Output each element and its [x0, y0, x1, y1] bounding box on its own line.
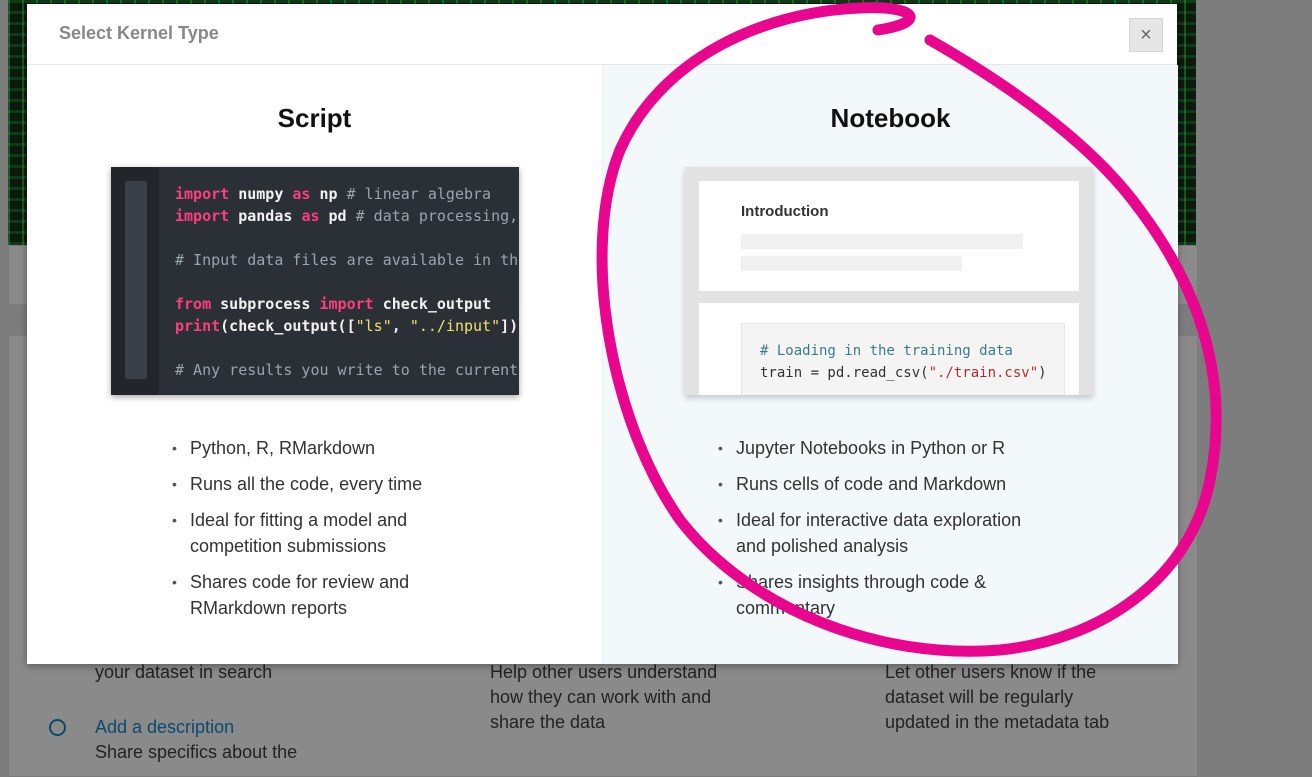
script-feature-list: Python, R, RMarkdown Runs all the code, … [172, 435, 472, 631]
list-item: Jupyter Notebooks in Python or R [718, 435, 1048, 461]
code-line: # Any results you write to the current d… [175, 361, 519, 379]
placeholder-line [741, 234, 1023, 249]
list-item: Python, R, RMarkdown [172, 435, 472, 461]
script-code-preview: import numpy as np # linear algebra impor… [111, 167, 519, 395]
placeholder-line [741, 256, 962, 271]
bg-col1-text: Share specifics about the [95, 742, 298, 762]
list-item: Shares insights through code & commentar… [718, 569, 1048, 621]
notebook-preview: Introduction # Loading in the training d… [685, 167, 1093, 395]
code-line: import pandas as pd # data processing, C… [175, 207, 519, 225]
code-line: print(check_output(["ls", "../input"]).d… [175, 317, 519, 335]
code-lines: import numpy as np # linear algebra impor… [175, 183, 519, 381]
notebook-feature-list: Jupyter Notebooks in Python or R Runs ce… [718, 435, 1048, 631]
list-item: Shares code for review and RMarkdown rep… [172, 569, 472, 621]
code-gutter [111, 167, 159, 395]
list-item: Ideal for fitting a model and competitio… [172, 507, 472, 559]
list-item: Runs all the code, every time [172, 471, 472, 497]
list-item: Runs cells of code and Markdown [718, 471, 1048, 497]
close-button[interactable]: × [1129, 18, 1163, 52]
notebook-code-block: # Loading in the training data train = p… [741, 323, 1065, 395]
todo-circle-icon[interactable] [49, 719, 66, 736]
bg-col2-text: how they can work with and [490, 687, 712, 707]
code-text: ) [1038, 365, 1047, 381]
notebook-markdown-cell: Introduction [699, 181, 1079, 291]
script-option[interactable]: Script import numpy as np # linear algeb… [27, 65, 602, 664]
list-item: Ideal for interactive data exploration a… [718, 507, 1048, 559]
code-line: # Input data files are available in the … [175, 251, 519, 269]
bg-col3-text: dataset will be regularly [885, 687, 1074, 707]
code-comment: # Loading in the training data [760, 343, 1013, 359]
modal-title: Select Kernel Type [59, 23, 219, 43]
notebook-option[interactable]: Notebook Introduction # Loading in the t… [602, 65, 1178, 664]
code-line: import numpy as np # linear algebra [175, 185, 492, 203]
code-line: from subprocess import check_output [175, 295, 492, 313]
notebook-title: Notebook [830, 103, 951, 133]
notebook-preview-heading: Introduction [741, 203, 829, 220]
close-icon: × [1140, 23, 1152, 46]
select-kernel-modal: Select Kernel Type × Script import numpy… [27, 4, 1178, 664]
code-text: train = pd.read_csv( [760, 365, 929, 381]
code-string: "./train.csv" [928, 365, 1039, 381]
script-title: Script [277, 103, 352, 133]
modal-header: Select Kernel Type × [27, 4, 1177, 65]
add-description-link[interactable]: Add a description [95, 715, 234, 740]
bg-col3-text: updated in the metadata tab [885, 712, 1110, 732]
bg-col2-text: share the data [490, 712, 606, 732]
notebook-code-cell: # Loading in the training data train = p… [699, 303, 1079, 395]
